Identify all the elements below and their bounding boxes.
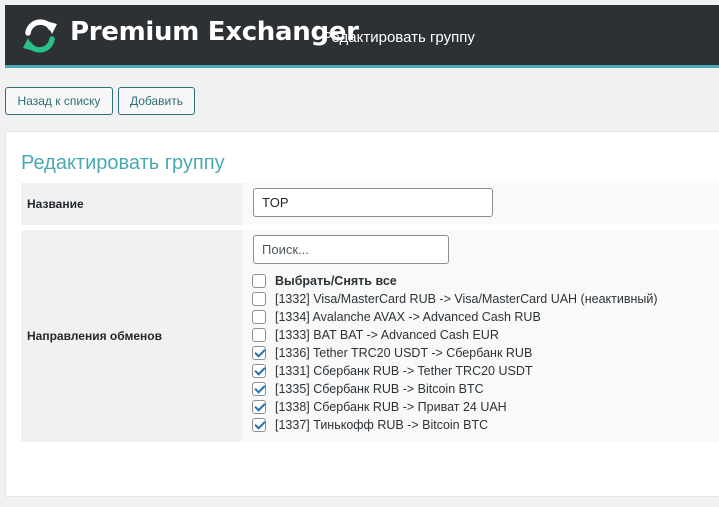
direction-item[interactable]: [1333] BAT BAT -> Advanced Cash EUR — [252, 326, 658, 344]
select-all-checkbox[interactable] — [252, 274, 266, 288]
direction-label: [1335] Сбербанк RUB -> Bitcoin BTC — [275, 382, 484, 396]
direction-checkbox[interactable] — [252, 292, 266, 306]
direction-checkbox[interactable] — [252, 400, 266, 414]
page-subtitle: - Редактировать группу — [313, 29, 475, 46]
add-button[interactable]: Добавить — [118, 87, 195, 115]
direction-item[interactable]: [1334] Avalanche AVAX -> Advanced Cash R… — [252, 308, 658, 326]
direction-label: [1337] Тинькофф RUB -> Bitcoin BTC — [275, 418, 489, 432]
select-all-row[interactable]: Выбрать/Снять все — [252, 272, 658, 290]
direction-label: [1333] BAT BAT -> Advanced Cash EUR — [275, 328, 499, 342]
direction-item[interactable]: [1336] Tether TRC20 USDT -> Сбербанк RUB — [252, 344, 658, 362]
direction-checkbox[interactable] — [252, 346, 266, 360]
name-input[interactable] — [253, 188, 493, 217]
direction-item[interactable]: [1335] Сбербанк RUB -> Bitcoin BTC — [252, 380, 658, 398]
direction-item[interactable]: [1338] Сбербанк RUB -> Приват 24 UAH — [252, 398, 658, 416]
direction-checkbox[interactable] — [252, 382, 266, 396]
direction-checkbox[interactable] — [252, 364, 266, 378]
direction-label: [1334] Avalanche AVAX -> Advanced Cash R… — [275, 310, 541, 324]
panel-title: Редактировать группу — [21, 152, 225, 174]
direction-item[interactable]: [1332] Visa/MasterCard RUB -> Visa/Maste… — [252, 290, 658, 308]
directions-field-cell: Выбрать/Снять все [1332] Visa/MasterCard… — [242, 230, 719, 442]
refresh-arrows-icon — [23, 19, 57, 53]
direction-label: [1336] Tether TRC20 USDT -> Сбербанк RUB — [275, 346, 533, 360]
direction-label: [1331] Сбербанк RUB -> Tether TRC20 USDT — [275, 364, 533, 378]
select-all-label: Выбрать/Снять все — [275, 274, 397, 288]
direction-checkbox[interactable] — [252, 310, 266, 324]
name-field-cell — [242, 183, 719, 225]
back-to-list-button[interactable]: Назад к списку — [5, 87, 113, 115]
app-header: Premium Exchanger - Редактировать группу — [5, 5, 719, 68]
directions-label: Направления обменов — [21, 230, 242, 442]
name-label: Название — [21, 183, 242, 225]
directions-search-input[interactable] — [253, 235, 449, 264]
direction-item[interactable]: [1337] Тинькофф RUB -> Bitcoin BTC — [252, 416, 658, 434]
edit-group-panel: Редактировать группу Название Направлени… — [5, 131, 719, 497]
direction-checkbox[interactable] — [252, 418, 266, 432]
directions-checklist: Выбрать/Снять все [1332] Visa/MasterCard… — [252, 272, 658, 434]
direction-checkbox[interactable] — [252, 328, 266, 342]
direction-item[interactable]: [1331] Сбербанк RUB -> Tether TRC20 USDT — [252, 362, 658, 380]
direction-label: [1332] Visa/MasterCard RUB -> Visa/Maste… — [275, 292, 658, 306]
direction-label: [1338] Сбербанк RUB -> Приват 24 UAH — [275, 400, 507, 414]
